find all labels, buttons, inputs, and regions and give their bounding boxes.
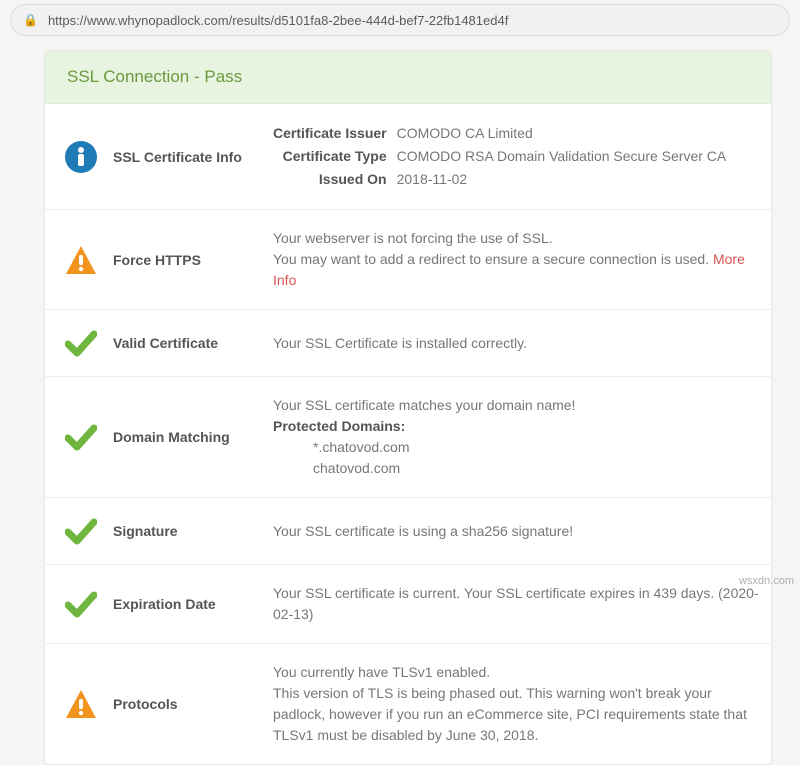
protected-domain-1: *.chatovod.com: [273, 437, 759, 458]
value-force-https: Your webserver is not forcing the use of…: [273, 228, 759, 291]
protected-domain-2: chatovod.com: [273, 458, 759, 479]
force-https-line1: Your webserver is not forcing the use of…: [273, 228, 759, 249]
domain-match-line1: Your SSL certificate matches your domain…: [273, 395, 759, 416]
type-val: COMODO RSA Domain Validation Secure Serv…: [397, 145, 727, 168]
issued-val: 2018-11-02: [397, 168, 727, 191]
row-signature: Signature Your SSL certificate is using …: [45, 498, 771, 565]
row-force-https: Force HTTPS Your webserver is not forcin…: [45, 210, 771, 310]
lock-icon: 🔒: [23, 13, 38, 27]
label-expiration: Expiration Date: [113, 596, 265, 612]
value-valid-cert: Your SSL Certificate is installed correc…: [273, 333, 759, 354]
issued-key: Issued On: [273, 168, 397, 191]
url-text: https://www.whynopadlock.com/results/d51…: [48, 13, 777, 28]
issuer-val: COMODO CA Limited: [397, 122, 727, 145]
label-valid-cert: Valid Certificate: [113, 335, 265, 351]
check-icon: [65, 328, 97, 358]
check-icon: [65, 422, 97, 452]
issuer-key: Certificate Issuer: [273, 122, 397, 145]
value-signature: Your SSL certificate is using a sha256 s…: [273, 521, 759, 542]
value-domain-matching: Your SSL certificate matches your domain…: [273, 395, 759, 479]
address-bar[interactable]: 🔒 https://www.whynopadlock.com/results/d…: [10, 4, 790, 36]
row-valid-cert: Valid Certificate Your SSL Certificate i…: [45, 310, 771, 377]
label-force-https: Force HTTPS: [113, 252, 265, 268]
header-title: SSL Connection -: [67, 67, 200, 86]
value-expiration: Your SSL certificate is current. Your SS…: [273, 583, 759, 625]
value-protocols: You currently have TLSv1 enabled. This v…: [273, 662, 759, 746]
card-header: SSL Connection - Pass: [45, 51, 771, 104]
protected-domains-label: Protected Domains:: [273, 416, 759, 437]
label-protocols: Protocols: [113, 696, 265, 712]
check-icon: [65, 589, 97, 619]
ssl-results-card: SSL Connection - Pass SSL Certificate In…: [44, 50, 772, 765]
cert-info-table: Certificate Issuer COMODO CA Limited Cer…: [273, 122, 726, 191]
warning-icon: [65, 245, 97, 275]
warning-icon: [65, 689, 97, 719]
type-key: Certificate Type: [273, 145, 397, 168]
info-icon: [65, 141, 97, 173]
row-domain-matching: Domain Matching Your SSL certificate mat…: [45, 377, 771, 498]
header-status: Pass: [204, 67, 242, 86]
check-icon: [65, 516, 97, 546]
row-protocols: Protocols You currently have TLSv1 enabl…: [45, 644, 771, 764]
protocols-line1: You currently have TLSv1 enabled.: [273, 662, 759, 683]
label-cert-info: SSL Certificate Info: [113, 149, 265, 165]
protocols-line2: This version of TLS is being phased out.…: [273, 683, 759, 746]
row-expiration: Expiration Date Your SSL certificate is …: [45, 565, 771, 644]
label-signature: Signature: [113, 523, 265, 539]
watermark: wsxdn.com: [739, 575, 794, 587]
row-cert-info: SSL Certificate Info Certificate Issuer …: [45, 104, 771, 210]
force-https-line2: You may want to add a redirect to ensure…: [273, 251, 713, 267]
label-domain-matching: Domain Matching: [113, 429, 265, 445]
